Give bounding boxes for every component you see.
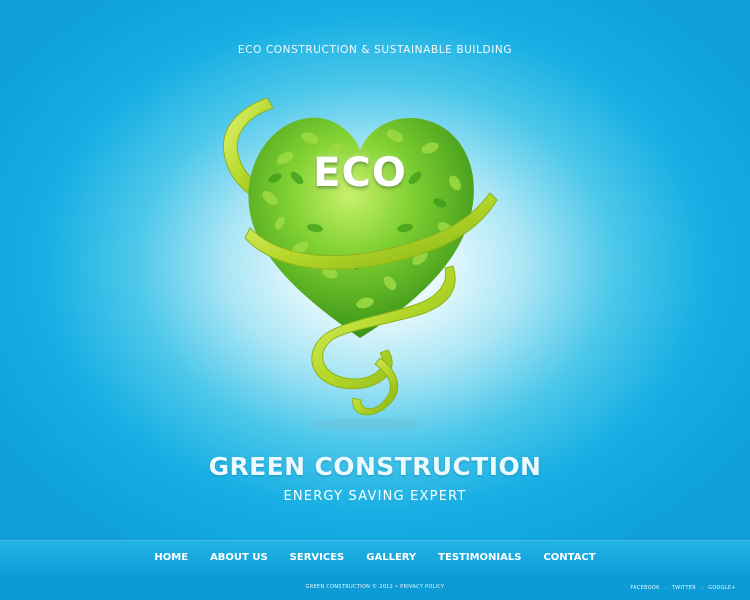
nav-item-services[interactable]: SERVICES — [290, 552, 345, 563]
eco-badge-text: ECO — [313, 150, 407, 196]
tagline: ECO CONSTRUCTION & SUSTAINABLE BUILDING — [237, 44, 513, 56]
social-links: FACEBOOK - TWITTER - GOOGLE+ — [630, 585, 736, 591]
nav-item-home[interactable]: HOME — [154, 552, 188, 563]
social-separator: - — [664, 585, 667, 591]
nav-item-gallery[interactable]: GALLERY — [366, 552, 416, 563]
site-subtitle: ENERGY SAVING EXPERT — [283, 489, 467, 504]
eco-heart-graphic: ECO — [205, 88, 515, 438]
site-title: GREEN CONSTRUCTION — [208, 452, 542, 481]
twitter-link[interactable]: TWITTER — [672, 585, 696, 591]
nav-list: HOME ABOUT US SERVICES GALLERY TESTIMONI… — [0, 541, 750, 574]
social-separator: - — [701, 585, 704, 591]
nav-item-about-us[interactable]: ABOUT US — [210, 552, 268, 563]
nav-item-contact[interactable]: CONTACT — [543, 552, 595, 563]
nav-item-testimonials[interactable]: TESTIMONIALS — [438, 552, 521, 563]
eco-heart-illustration — [223, 97, 498, 430]
footer: GREEN CONSTRUCTION © 2012 • PRIVACY POLI… — [0, 573, 750, 600]
google-plus-link[interactable]: GOOGLE+ — [708, 585, 736, 591]
main-navigation: HOME ABOUT US SERVICES GALLERY TESTIMONI… — [0, 540, 750, 574]
facebook-link[interactable]: FACEBOOK — [630, 585, 659, 591]
